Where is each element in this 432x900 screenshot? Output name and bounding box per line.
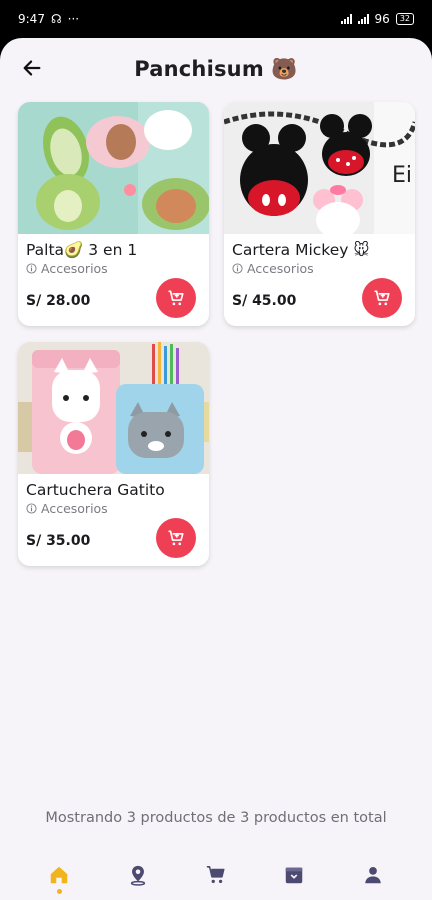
product-price: S/ 28.00 [26,293,91,309]
card-body: Cartera Mickey 🐭 Accesorios S/ 45.00 [224,234,415,326]
card-body: Cartuchera Gatito Accesorios S/ 35.00 [18,474,209,566]
category-label: Accesorios [41,261,108,276]
product-price: S/ 45.00 [232,293,297,309]
product-card[interactable]: Cartuchera Gatito Accesorios S/ 35.00 [18,342,209,566]
nav-cart[interactable] [196,855,236,895]
network-label: 96 [374,12,390,26]
add-to-cart-button[interactable] [156,518,196,558]
product-grid: Palta🥑 3 en 1 Accesorios S/ 28.00 Ei Car… [0,100,432,566]
info-icon [232,263,243,274]
home-icon [50,866,68,884]
nav-archive[interactable] [274,855,314,895]
person-icon [364,867,381,884]
status-time: 9:47 [18,12,45,26]
page-title: Panchisum 🐻 [134,56,298,81]
card-body: Palta🥑 3 en 1 Accesorios S/ 28.00 [18,234,209,326]
product-card[interactable]: Palta🥑 3 en 1 Accesorios S/ 28.00 [18,102,209,326]
active-indicator [56,889,62,894]
arrow-left-icon [23,60,41,76]
signal-2-icon [357,14,369,24]
info-icon [26,503,37,514]
status-right: 96 32 [340,12,414,26]
svg-text:Ei: Ei [392,163,412,188]
add-to-cart-button[interactable] [156,278,196,318]
nav-location[interactable] [118,855,158,895]
status-left: 9:47 ☊ ··· [18,12,79,26]
product-category: Accesorios [26,261,201,276]
product-name: Cartuchera Gatito [26,481,165,499]
product-card[interactable]: Ei Cartera Mickey 🐭 Accesorios S/ 45.00 [224,102,415,326]
cat-pencil-case-image[interactable] [18,342,209,474]
add-cart-icon [374,290,390,306]
info-icon [26,263,37,274]
battery-icon: 32 [395,13,414,25]
archive-box-icon [286,867,303,884]
app-screen: Panchisum 🐻 Palta🥑 3 en 1 Accesorios S/ … [0,38,432,900]
app-header: Panchisum 🐻 [0,38,432,100]
product-name: Cartera Mickey 🐭 [232,241,370,259]
status-bar: 9:47 ☊ ··· 96 32 [0,0,432,38]
product-category: Accesorios [26,501,201,516]
location-pin-icon [130,865,145,886]
category-label: Accesorios [247,261,314,276]
add-cart-icon [168,530,184,546]
add-cart-icon [168,290,184,306]
battery-level: 32 [399,14,410,23]
notification-icon: ☊ [50,12,62,26]
product-name: Palta🥑 3 en 1 [26,241,138,259]
cart-icon [206,866,225,884]
nav-home[interactable] [39,855,79,895]
product-price: S/ 35.00 [26,533,91,549]
mickey-purse-image[interactable]: Ei [224,102,415,234]
results-summary: Mostrando 3 productos de 3 productos en … [45,810,387,826]
avocado-mirrors-image[interactable] [18,102,209,234]
more-icon: ··· [67,12,80,26]
add-to-cart-button[interactable] [362,278,402,318]
signal-icon [340,14,352,24]
category-label: Accesorios [41,501,108,516]
bottom-nav [0,850,432,900]
nav-profile[interactable] [353,855,393,895]
product-category: Accesorios [232,261,407,276]
back-button[interactable] [18,54,46,82]
